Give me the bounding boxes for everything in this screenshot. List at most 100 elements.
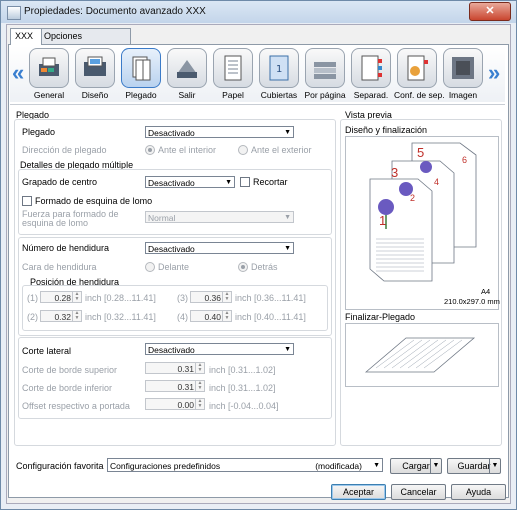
formado-checkbox[interactable]	[22, 196, 32, 206]
position-2-input[interactable]: 0.32 ▲ ▼	[40, 310, 82, 322]
tab-opciones-avanzadas[interactable]: Opciones avanzadas	[39, 28, 131, 56]
toolbar-imagen-button[interactable]: Imagen	[440, 48, 486, 100]
toolbar-label: Plegado	[125, 90, 157, 100]
position-index: (3)	[177, 293, 188, 303]
corte-lateral-label: Corte lateral	[22, 346, 72, 356]
fuerza-label: Fuerza para formado de esquina de lomo	[22, 210, 119, 228]
toolbar-por-pagina-button[interactable]: Por página	[302, 48, 348, 100]
toolbar-conf-sep-button[interactable]: Conf. de sep.	[394, 48, 445, 100]
position-index: (4)	[177, 312, 188, 322]
corte-superior-label: Corte de borde superior	[22, 365, 118, 375]
recortar-label: Recortar	[253, 177, 288, 187]
corte-superior-range: inch [0.31...1.02]	[209, 365, 276, 375]
toolbar-label: Conf. de sep.	[394, 90, 445, 100]
chevron-down-icon: ▼	[225, 179, 232, 186]
toolbar-papel-button[interactable]: Papel	[210, 48, 256, 100]
cargar-button[interactable]: Cargar ▼	[390, 458, 442, 474]
position-range: inch [0.36...11.41]	[235, 293, 306, 303]
position-range: inch [0.28...11.41]	[85, 293, 156, 303]
spin-arrows-icon[interactable]: ▲ ▼	[195, 381, 204, 391]
chevron-down-icon: ▼	[284, 129, 291, 136]
guardar-button[interactable]: Guardar ▼	[447, 458, 501, 474]
page-number: 5	[417, 145, 425, 160]
favorite-label: Configuración favorita	[16, 461, 104, 471]
position-index: (2)	[27, 312, 38, 322]
spin-arrows-icon[interactable]: ▲ ▼	[72, 292, 81, 302]
spin-arrows-icon[interactable]: ▲ ▼	[222, 292, 231, 302]
feature-toolbar: « » General Diseño Plegado Salir Papel 1…	[10, 46, 505, 102]
corte-inferior-label: Corte de borde inferior	[22, 383, 113, 393]
grapado-select[interactable]: Desactivado ▼	[145, 176, 235, 188]
fuerza-select[interactable]: Normal ▼	[145, 211, 294, 223]
position-1-input[interactable]: 0.28 ▲ ▼	[40, 291, 82, 303]
plegado-select[interactable]: Desactivado ▼	[145, 126, 294, 138]
position-index: (1)	[27, 293, 38, 303]
position-range: inch [0.40...11.41]	[235, 312, 306, 322]
page-number: 1	[379, 213, 387, 228]
favorite-select[interactable]: Configuraciones predefinidos (modificada…	[107, 458, 383, 472]
direccion-interior-label: Ante el interior	[158, 145, 217, 155]
spin-arrows-icon[interactable]: ▲ ▼	[72, 311, 81, 321]
app-icon	[7, 6, 21, 20]
cara-delante-label: Delante	[158, 262, 190, 272]
direccion-exterior-radio[interactable]	[238, 145, 248, 155]
guardar-menu-icon[interactable]: ▼	[489, 459, 500, 473]
cara-detras-radio[interactable]	[238, 262, 248, 272]
cara-detras-label: Detrás	[251, 262, 278, 272]
cargar-menu-icon[interactable]: ▼	[430, 459, 441, 473]
direccion-interior-radio[interactable]	[145, 145, 155, 155]
toolbar-label: Por página	[304, 90, 346, 100]
spin-arrows-icon[interactable]: ▲ ▼	[195, 399, 204, 409]
cara-delante-radio[interactable]	[145, 262, 155, 272]
toolbar-separad-button[interactable]: Separad.	[348, 48, 394, 100]
offset-label: Offset respectivo a portada	[22, 401, 130, 411]
close-button[interactable]: ✕	[469, 2, 511, 21]
corte-superior-input[interactable]: 0.31 ▲ ▼	[145, 362, 205, 374]
scroll-left-icon[interactable]: «	[12, 60, 24, 86]
corte-lateral-select[interactable]: Desactivado ▼	[145, 343, 294, 355]
favorite-modified: (modificada)	[315, 461, 362, 471]
aceptar-button[interactable]: Aceptar	[331, 484, 386, 500]
cancelar-button[interactable]: Cancelar	[391, 484, 446, 500]
toolbar-plegado-button[interactable]: Plegado	[118, 48, 164, 100]
paper-icon	[213, 48, 253, 88]
fold-icon	[121, 48, 161, 88]
toolbar-general-button[interactable]: General	[26, 48, 72, 100]
toolbar-label: Diseño	[81, 90, 109, 100]
chevron-down-icon: ▼	[284, 245, 291, 252]
output-icon	[167, 48, 207, 88]
numero-hendidura-label: Número de hendidura	[22, 243, 110, 253]
toolbar-cubiertas-button[interactable]: 1 Cubiertas	[256, 48, 302, 100]
title-bar: Propiedades: Documento avanzado XXX ✕	[1, 1, 516, 23]
recortar-checkbox[interactable]	[240, 177, 250, 187]
finish-fold-label: Finalizar-Plegado	[345, 312, 416, 322]
toolbar-diseno-button[interactable]: Diseño	[72, 48, 118, 100]
fold-preview-illustration	[364, 337, 476, 373]
paper-size: A4	[481, 287, 491, 296]
paper-dimensions: 210.0x297.0 mm	[444, 297, 500, 306]
toolbar-label: Separad.	[353, 90, 389, 100]
numero-hendidura-select[interactable]: Desactivado ▼	[145, 242, 294, 254]
spin-arrows-icon[interactable]: ▲ ▼	[195, 363, 204, 373]
cover-icon: 1	[259, 48, 299, 88]
fuerza-label-line2: esquina de lomo	[22, 218, 89, 228]
page-number: 6	[462, 155, 468, 165]
separator-settings-icon	[397, 48, 437, 88]
corte-inferior-input[interactable]: 0.31 ▲ ▼	[145, 380, 205, 392]
tab-xxx[interactable]: XXX	[10, 28, 42, 45]
page-number: 3	[391, 165, 399, 180]
plegado-label: Plegado	[22, 127, 56, 137]
toolbar-label: Imagen	[448, 90, 478, 100]
direccion-exterior-label: Ante el exterior	[251, 145, 312, 155]
offset-input[interactable]: 0.00 ▲ ▼	[145, 398, 205, 410]
spin-arrows-icon[interactable]: ▲ ▼	[222, 311, 231, 321]
page-number: 2	[410, 193, 416, 203]
position-3-input[interactable]: 0.36 ▲ ▼	[190, 291, 232, 303]
scroll-right-icon[interactable]: »	[488, 60, 500, 86]
position-4-input[interactable]: 0.40 ▲ ▼	[190, 310, 232, 322]
ayuda-button[interactable]: Ayuda	[451, 484, 506, 500]
printer-icon	[29, 48, 69, 88]
toolbar-salir-button[interactable]: Salir	[164, 48, 210, 100]
toolbar-label: Cubiertas	[260, 90, 298, 100]
svg-text:1: 1	[276, 64, 282, 75]
